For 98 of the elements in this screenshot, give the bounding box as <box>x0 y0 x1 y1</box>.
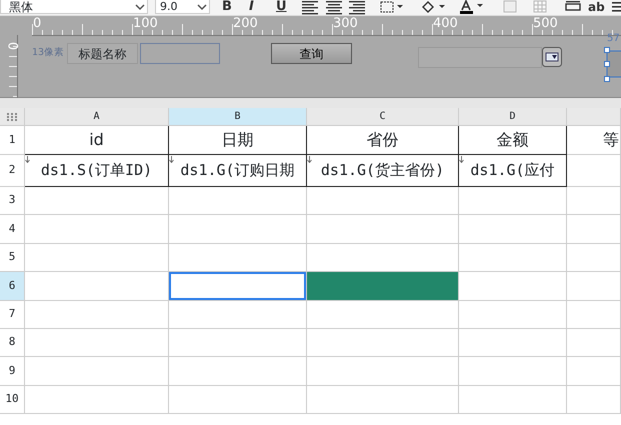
row-header[interactable]: 8 <box>0 328 25 358</box>
table-cell[interactable]: ds1.G(订购日期 <box>169 155 307 187</box>
column-header[interactable]: B <box>169 108 307 126</box>
select-all-icon[interactable] <box>6 112 18 120</box>
table-cell[interactable] <box>25 300 169 329</box>
text-input[interactable] <box>140 43 220 64</box>
merge-cells-icon[interactable] <box>503 0 517 13</box>
query-button[interactable]: 查询 <box>271 43 352 64</box>
table-cell[interactable] <box>25 386 169 414</box>
table-cell[interactable] <box>567 272 621 301</box>
text-field-icon[interactable] <box>565 1 581 13</box>
align-right-icon[interactable] <box>349 1 365 15</box>
table-cell[interactable] <box>307 386 459 414</box>
ruler-mark: 200 <box>233 16 258 32</box>
row-header[interactable]: 6 <box>0 272 25 301</box>
height-label: 13像素 <box>32 46 64 60</box>
table-cell[interactable] <box>459 272 567 301</box>
table-cell[interactable] <box>25 215 169 244</box>
font-select[interactable]: 黑体 <box>0 0 148 14</box>
row-header[interactable]: 5 <box>0 244 25 272</box>
table-cell[interactable] <box>459 300 567 329</box>
table-cell[interactable] <box>567 244 621 272</box>
row-header[interactable]: 7 <box>0 300 25 329</box>
table-cell[interactable] <box>459 215 567 244</box>
table-cell[interactable] <box>307 215 459 244</box>
table-cell[interactable] <box>307 357 459 386</box>
ruler-mark: 0 <box>33 16 42 32</box>
table-cell[interactable] <box>567 155 621 187</box>
vertical-ruler <box>9 35 18 98</box>
align-center-icon[interactable] <box>326 1 342 15</box>
table-cell[interactable] <box>169 328 307 358</box>
table-cell[interactable]: 日期 <box>169 126 307 155</box>
table-cell[interactable]: ds1.G(货主省份) <box>307 155 459 187</box>
table-cell[interactable] <box>567 300 621 329</box>
table-cell[interactable]: ds1.G(应付 <box>459 155 567 187</box>
table-cell[interactable] <box>169 244 307 272</box>
table-cell[interactable] <box>25 244 169 272</box>
italic-button[interactable]: I <box>249 0 254 14</box>
table-cell[interactable] <box>169 215 307 244</box>
table-cell[interactable] <box>169 300 307 329</box>
table-cell[interactable] <box>25 357 169 386</box>
fill-color-icon[interactable] <box>420 1 446 13</box>
font-size-select[interactable]: 9.0 <box>155 0 210 14</box>
table-cell[interactable] <box>307 328 459 358</box>
table-cell[interactable] <box>567 328 621 358</box>
row-header[interactable]: 9 <box>0 357 25 386</box>
ruler-mark: 300 <box>333 16 358 32</box>
ruler-mark: 400 <box>433 16 458 32</box>
widget-label: 57 <box>607 34 620 44</box>
table-cell[interactable] <box>169 357 307 386</box>
align-left-icon[interactable] <box>302 1 318 15</box>
column-header[interactable]: A <box>25 108 169 126</box>
caret-icon[interactable] <box>135 3 145 11</box>
table-cell[interactable] <box>25 272 169 301</box>
caret-icon[interactable] <box>197 3 207 11</box>
table-cell[interactable] <box>169 187 307 216</box>
menu-icon[interactable] <box>612 1 621 13</box>
table-cell[interactable]: 省份 <box>307 126 459 155</box>
row-header[interactable]: 2 <box>0 155 25 187</box>
column-header[interactable] <box>567 108 621 126</box>
row-header[interactable]: 4 <box>0 215 25 244</box>
table-cell[interactable]: 金额 <box>459 126 567 155</box>
table-cell[interactable] <box>459 357 567 386</box>
underline-button[interactable]: U <box>276 0 287 14</box>
table-cell[interactable] <box>25 187 169 216</box>
table-cell[interactable] <box>459 328 567 358</box>
table-cell[interactable] <box>567 386 621 414</box>
table-cell[interactable] <box>169 272 307 301</box>
bold-button[interactable]: B <box>222 0 232 14</box>
ruler-mark: 0 <box>7 42 24 50</box>
ruler-mark: 100 <box>133 16 158 32</box>
font-color-icon[interactable] <box>460 0 486 14</box>
column-header[interactable]: C <box>307 108 459 126</box>
row-header[interactable]: 1 <box>0 126 25 155</box>
table-cell[interactable] <box>459 386 567 414</box>
selected-widget[interactable] <box>604 47 621 83</box>
dropdown-button[interactable] <box>542 47 562 67</box>
table-cell[interactable] <box>459 244 567 272</box>
border-icon[interactable] <box>380 1 404 13</box>
table-cell[interactable] <box>25 328 169 358</box>
table-cell[interactable]: ds1.S(订单ID) <box>25 155 169 187</box>
title-label: 标题名称 <box>67 43 138 64</box>
row-header[interactable]: 3 <box>0 187 25 216</box>
table-cell[interactable] <box>169 386 307 414</box>
table-cell[interactable]: 等 <box>567 126 621 155</box>
table-cell[interactable] <box>459 187 567 216</box>
table-cell[interactable] <box>307 300 459 329</box>
column-header[interactable]: D <box>459 108 567 126</box>
table-cell[interactable] <box>567 357 621 386</box>
table-icon[interactable] <box>533 0 547 13</box>
table-cell[interactable] <box>307 187 459 216</box>
table-cell[interactable] <box>567 215 621 244</box>
table-cell[interactable] <box>567 187 621 216</box>
table-cell[interactable] <box>307 272 459 301</box>
ruler-mark: 500 <box>533 16 558 32</box>
row-header[interactable]: 10 <box>0 386 25 414</box>
table-cell[interactable]: id <box>25 126 169 155</box>
text-label-button[interactable]: ab <box>588 0 605 14</box>
